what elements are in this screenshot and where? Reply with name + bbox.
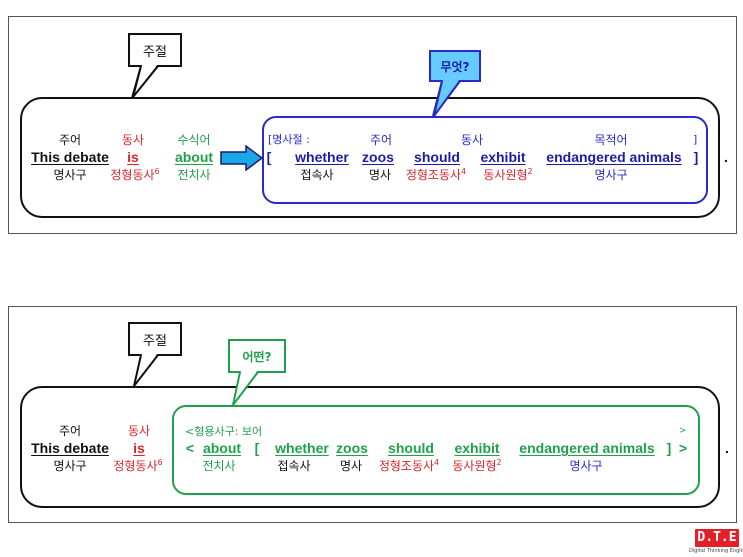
word: endangered animals	[546, 149, 682, 165]
word: should	[388, 440, 434, 456]
callout-main-clause-1: 주절	[128, 33, 182, 67]
callout-question-what-label: 무엇?	[440, 59, 470, 74]
pos-label: 명사구	[569, 459, 603, 473]
word: is	[133, 440, 145, 456]
bracket-close: ]	[666, 440, 672, 456]
callout-question-what: 무엇?	[429, 50, 481, 82]
word: This debate	[31, 440, 109, 456]
pos-label: 정형조동사4	[378, 458, 440, 474]
phrase-close-angle: >	[678, 440, 688, 456]
pos-label: 전치사	[202, 459, 236, 473]
pos-label: 동사원형2	[452, 458, 502, 474]
callout-main-clause-2: 주절	[128, 322, 182, 356]
word: whether	[275, 440, 329, 456]
pos-label: 정형동사6	[110, 167, 160, 183]
pos-label: 접속사	[277, 459, 311, 473]
role-label: 동사	[121, 133, 145, 147]
dte-logo-mark: D.T.E	[695, 529, 739, 547]
pos-label: 정형조동사4	[405, 167, 467, 183]
word: This debate	[31, 149, 109, 165]
callout-main-clause-label: 주절	[143, 44, 167, 60]
word: whether	[295, 149, 349, 165]
pos-label: 명사	[339, 459, 363, 473]
dte-logo-caption: Digital Thinking English	[689, 548, 743, 554]
clause-header-end: ]	[693, 133, 698, 146]
phrase-header-end: >	[679, 426, 687, 436]
callout-main-clause-label: 주절	[143, 333, 167, 349]
word: zoos	[336, 440, 368, 456]
word: about	[202, 440, 242, 456]
phrase-open-angle: <	[185, 440, 195, 456]
sentence-period: .	[724, 149, 728, 165]
callout-question-which: 어떤?	[228, 339, 286, 373]
role-label: 수식어	[177, 133, 211, 147]
role-label: 주어	[58, 133, 82, 147]
word: is	[127, 149, 139, 165]
phrase-header: <형용사구: 보어	[185, 425, 263, 438]
pos-label: 명사	[368, 168, 392, 182]
pos-label: 정형동사6	[113, 458, 163, 474]
pos-label: 명사구	[53, 168, 87, 182]
pos-label: 명사구	[594, 168, 628, 182]
clause-header: [명사절 :	[268, 133, 310, 146]
word: exhibit	[454, 440, 500, 456]
role-label: 주어	[369, 133, 393, 147]
role-label: 동사	[127, 424, 151, 438]
dte-logo: D.T.E Digital Thinking English	[689, 529, 743, 557]
right-arrow-icon	[220, 145, 264, 171]
pos-label: 명사구	[53, 459, 87, 473]
role-label: 주어	[58, 424, 82, 438]
pos-label: 전치사	[177, 168, 211, 182]
sentence-period-2: .	[725, 440, 729, 456]
word: about	[174, 149, 214, 165]
clause-close-bracket: ]	[693, 149, 699, 165]
pos-label: 동사원형2	[483, 167, 533, 183]
word: should	[414, 149, 460, 165]
bracket-open: [	[254, 440, 260, 456]
callout-question-which-label: 어떤?	[242, 349, 272, 364]
role-label: 동사	[460, 133, 484, 147]
clause-open-bracket: [	[266, 149, 272, 165]
word: zoos	[362, 149, 394, 165]
word: endangered animals	[519, 440, 655, 456]
word: exhibit	[480, 149, 526, 165]
role-label: 목적어	[594, 133, 628, 147]
pos-label: 접속사	[300, 168, 334, 182]
